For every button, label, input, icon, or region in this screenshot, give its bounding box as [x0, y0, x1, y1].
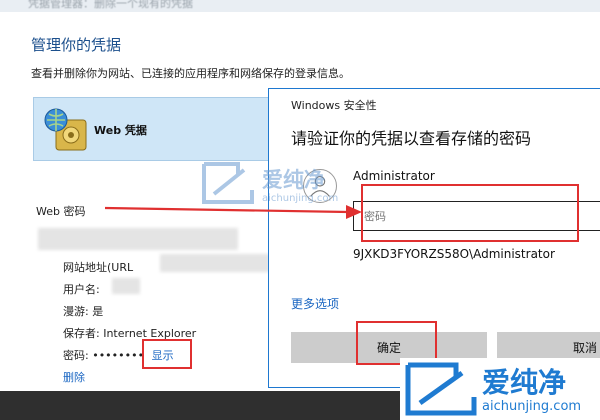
bottom-strip [0, 391, 402, 420]
web-credentials-tile[interactable]: Web 凭据 [33, 97, 273, 161]
site-url-label: 网站地址(URL [63, 261, 134, 274]
watermark-url: aichunjing.com [262, 193, 339, 204]
show-link-highlight [142, 339, 192, 369]
watermark-corner-brand: 爱纯净 [482, 366, 567, 399]
domain-user: 9JXKD3FYORZS58O\Administrator [353, 247, 555, 261]
web-credentials-label: Web 凭据 [94, 124, 147, 137]
top-strip-text: 凭据管理器：删除一个现有的凭据 [28, 0, 193, 10]
watermark-center: 爱纯净 aichunjing.com [200, 160, 340, 210]
more-options-link[interactable]: 更多选项 [291, 295, 339, 312]
roaming-label: 漫游: 是 [63, 305, 104, 318]
blurred-url [160, 254, 270, 272]
watermark-corner-url: aichunjing.com [482, 399, 582, 414]
username-label: 用户名: [63, 283, 100, 296]
web-vault-icon [44, 108, 87, 151]
password-label: 密码: [63, 349, 93, 362]
watermark-corner-logo-icon [405, 362, 477, 416]
dialog-username: Administrator [353, 169, 435, 183]
dialog-caption: Windows 安全性 [291, 99, 377, 112]
password-mask: •••••••• [92, 349, 145, 362]
password-input-highlight [361, 184, 579, 242]
top-strip: 凭据管理器：删除一个现有的凭据 [0, 0, 600, 12]
page-title: 管理你的凭据 [31, 36, 122, 54]
web-passwords-section-label: Web 密码 [36, 205, 86, 218]
blurred-entry-header [38, 228, 238, 250]
page-description: 查看并删除你为网站、已连接的应用程序和网络保存的登录信息。 [31, 67, 350, 80]
watermark-logo-icon [202, 162, 254, 204]
watermark-brand: 爱纯净 [262, 168, 325, 192]
delete-link[interactable]: 删除 [63, 369, 85, 385]
dialog-heading: 请验证你的凭据以查看存储的密码 [291, 129, 532, 148]
blurred-username [112, 278, 140, 294]
watermark-corner: 爱纯净 aichunjing.com [400, 358, 600, 420]
